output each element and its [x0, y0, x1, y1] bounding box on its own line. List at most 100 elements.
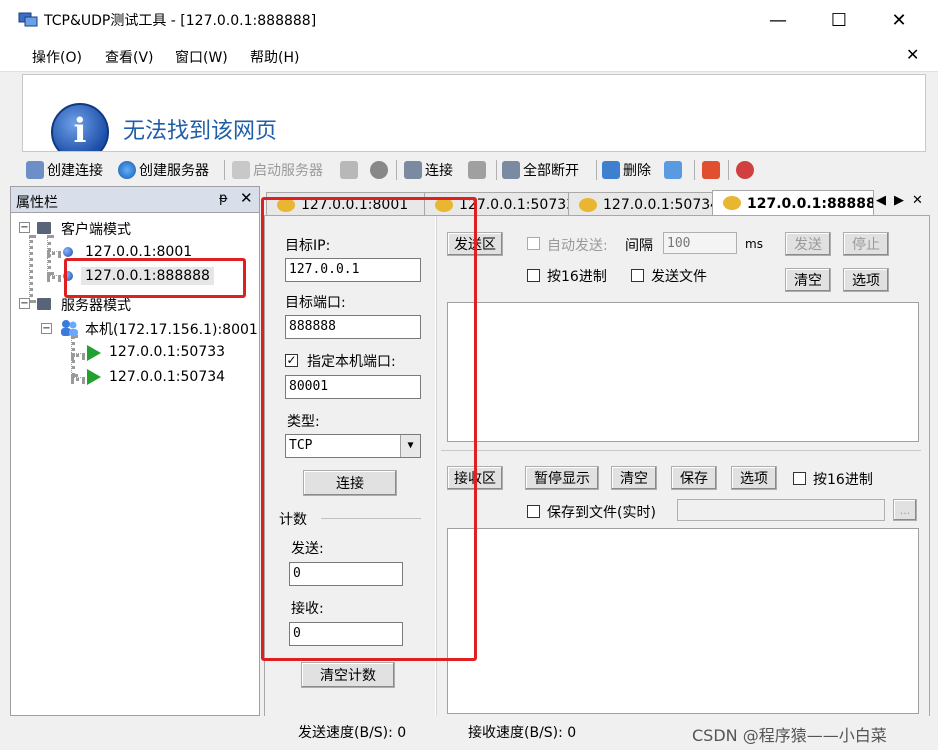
server-icon [232, 161, 250, 179]
close-window-button[interactable]: ✕ [876, 0, 922, 40]
page-not-found-message: 无法找到该网页 [123, 119, 278, 144]
stop-server-button[interactable] [340, 159, 361, 181]
interval-label: 间隔 [625, 238, 653, 254]
disconnect-all-icon [502, 161, 520, 179]
create-connection-button[interactable]: 创建连接 [26, 159, 103, 181]
new-connection-icon [26, 161, 44, 179]
receive-clear-button[interactable]: 清空 [611, 466, 657, 490]
send-hex-label: 按16进制 [547, 269, 607, 285]
menu-bar: 操作(O) 查看(V) 窗口(W) 帮助(H) ✕ [0, 40, 938, 72]
connection-tab-icon [723, 196, 741, 210]
tab-close-icon[interactable]: ✕ [912, 193, 923, 208]
delete-x-icon [602, 161, 620, 179]
create-server-button[interactable]: 创建服务器 [118, 159, 209, 181]
mdi-close-icon[interactable]: ✕ [906, 45, 919, 64]
help-button[interactable] [736, 159, 757, 181]
auto-send-checkbox[interactable] [527, 237, 540, 250]
tree-node-server-50734[interactable]: 127.0.0.1:50734 [109, 369, 225, 385]
play-icon [87, 369, 101, 385]
toolbar: 创建连接 创建服务器 启动服务器 连接 全部断开 删除 [14, 156, 784, 184]
close-icon[interactable]: ✕ [240, 189, 253, 207]
auto-send-label: 自动发送: [547, 238, 608, 254]
browser-pane: i 无法找到该网页 [22, 74, 926, 152]
start-server-button[interactable]: 启动服务器 [232, 159, 323, 181]
send-clear-button[interactable]: 清空 [785, 268, 831, 292]
menu-window[interactable]: 窗口(W) [175, 47, 228, 67]
clear-count-button[interactable]: 清空计数 [301, 662, 395, 688]
tab-scroll-right-icon[interactable]: ▶ [894, 193, 904, 208]
save-file-path-input[interactable] [677, 499, 885, 521]
pin-icon[interactable]: ᵽ [219, 191, 228, 206]
tree-node-server-mode[interactable]: 服务器模式 [61, 295, 131, 315]
toolbar-separator [224, 160, 225, 180]
play-icon [87, 345, 101, 361]
power-button[interactable] [702, 159, 723, 181]
connection-tab-icon [579, 198, 597, 212]
receive-hex-checkbox[interactable] [793, 472, 806, 485]
send-file-label: 发送文件 [651, 269, 707, 285]
receive-hex-label: 按16进制 [813, 472, 873, 488]
tree-line [29, 235, 33, 303]
connection-dot-icon [63, 247, 73, 257]
tree-line [47, 251, 61, 255]
save-to-file-label: 保存到文件(实时) [547, 505, 656, 521]
computer-icon [37, 298, 51, 310]
tree-node-server-50733[interactable]: 127.0.0.1:50733 [109, 344, 225, 360]
users-icon [59, 319, 79, 337]
network-connect-icon [404, 161, 422, 179]
disconnect-all-button[interactable]: 全部断开 [502, 159, 579, 181]
send-hex-checkbox[interactable] [527, 269, 540, 282]
send-speed-status: 发送速度(B/S): 0 [298, 725, 407, 741]
highlight-box [64, 258, 246, 298]
tab-888888[interactable]: 127.0.0.1:888888 [712, 190, 874, 216]
delete-all-button[interactable] [664, 159, 685, 181]
toolbar-separator [496, 160, 497, 180]
send-button[interactable]: 发送 [785, 232, 831, 256]
receive-options-button[interactable]: 选项 [731, 466, 777, 490]
interval-unit: ms [745, 237, 763, 251]
menu-view[interactable]: 查看(V) [105, 47, 154, 67]
tree-line [47, 235, 51, 275]
pause-display-button[interactable]: 暂停显示 [525, 466, 599, 490]
receive-save-button[interactable]: 保存 [671, 466, 717, 490]
connect-toolbar-button[interactable]: 连接 [404, 159, 453, 181]
tree-node-client-mode[interactable]: 客户端模式 [61, 219, 131, 239]
delete-button[interactable]: 删除 [602, 159, 651, 181]
send-file-checkbox[interactable] [631, 269, 644, 282]
send-options-button[interactable]: 选项 [843, 268, 889, 292]
receive-textarea[interactable] [447, 528, 919, 714]
menu-operate[interactable]: 操作(O) [32, 47, 82, 67]
highlight-box [261, 197, 477, 661]
server-stop-icon [340, 161, 358, 179]
info-icon: i [51, 103, 109, 151]
stop-button[interactable]: 停止 [843, 232, 889, 256]
watermark: CSDN @程序猿——小白菜 [692, 726, 887, 745]
save-to-file-checkbox[interactable] [527, 505, 540, 518]
browse-file-button[interactable]: ... [893, 499, 917, 521]
tree-line [47, 275, 61, 279]
tree-line [71, 377, 85, 381]
cancel-button[interactable] [370, 159, 391, 181]
window-title: TCP&UDP测试工具 - [127.0.0.1:888888] [44, 13, 317, 29]
computer-icon [37, 222, 51, 234]
interval-input[interactable]: 100 [663, 232, 737, 254]
globe-icon [118, 161, 136, 179]
toolbar-separator [728, 160, 729, 180]
menu-help[interactable]: 帮助(H) [250, 47, 299, 67]
send-textarea[interactable] [447, 302, 919, 442]
sidebar-title: 属性栏 [16, 195, 58, 211]
tab-scroll-left-icon[interactable]: ◀ [876, 193, 886, 208]
minimize-button[interactable]: — [755, 0, 801, 40]
toolbar-separator [694, 160, 695, 180]
sidebar-header: 属性栏 ᵽ ✕ [11, 187, 259, 213]
tree-collapse-icon[interactable]: − [19, 298, 30, 309]
tab-50734[interactable]: 127.0.0.1:50734 [568, 192, 714, 216]
tree-collapse-icon[interactable]: − [41, 323, 52, 334]
maximize-button[interactable]: ☐ [816, 0, 862, 40]
app-icon [18, 10, 38, 28]
disconnect-button[interactable] [468, 159, 489, 181]
power-icon [702, 161, 720, 179]
tree-collapse-icon[interactable]: − [19, 222, 30, 233]
tree-node-server-host[interactable]: 本机(172.17.156.1):8001 [85, 319, 258, 339]
delete-all-icon [664, 161, 682, 179]
